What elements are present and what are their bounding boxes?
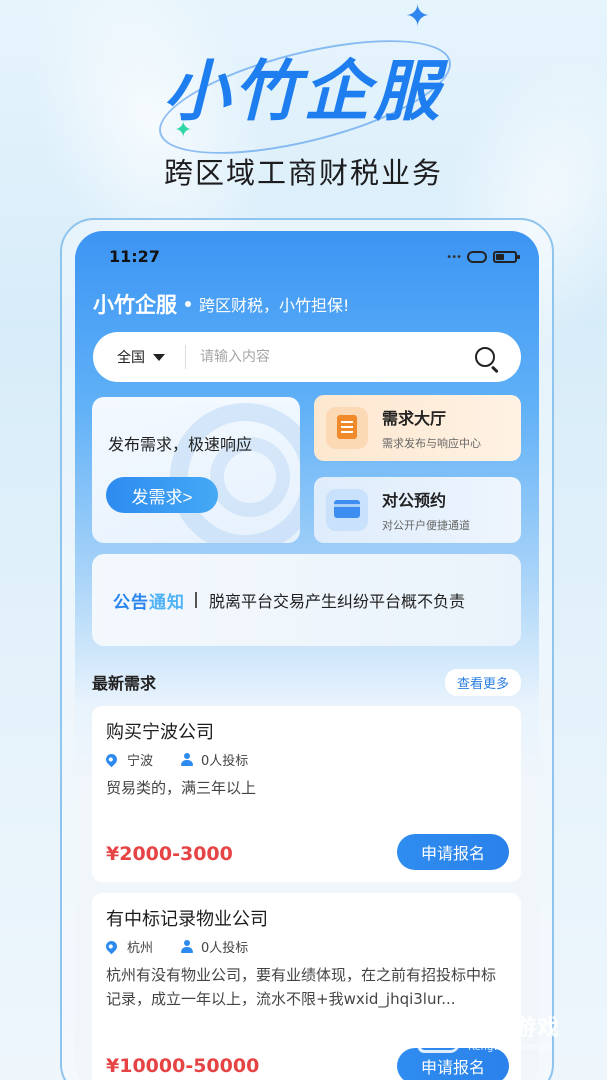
- post-demand-button[interactable]: 发需求>: [106, 477, 218, 513]
- region-label: 全国: [117, 350, 145, 366]
- section-header: 最新需求 查看更多: [92, 668, 521, 696]
- person-icon: [181, 940, 194, 953]
- status-bar: 11:27 •••: [75, 247, 539, 271]
- brand-header: 小竹企服 跨区财税，小竹担保!: [93, 289, 349, 319]
- demand-meta: 杭州 0人投标: [103, 937, 249, 956]
- ticket-edge-decoration: [92, 397, 300, 403]
- brand-slogan: 跨区财税，小竹担保!: [199, 296, 350, 315]
- demand-bids: 0人投标: [201, 754, 249, 769]
- demand-price: ¥10000-50000: [106, 1055, 260, 1077]
- promo-title: 小竹企服: [163, 53, 444, 130]
- bank-card-icon: [326, 489, 368, 531]
- demand-city: 杭州: [127, 941, 154, 956]
- watermark-text: 仍玩游戏: [468, 1016, 561, 1041]
- demand-bids: 0人投标: [201, 941, 249, 956]
- notice-bar[interactable]: 公告通知 脱离平台交易产生纠纷平台概不负责: [92, 554, 521, 646]
- demand-price: ¥2000-3000: [106, 843, 233, 865]
- section-title: 最新需求: [92, 674, 157, 693]
- feature-demand-hall[interactable]: 需求大厅 需求发布与响应中心: [314, 395, 521, 461]
- view-more-link[interactable]: 查看更多: [444, 668, 521, 696]
- brand-name: 小竹企服: [93, 293, 177, 317]
- region-selector[interactable]: 全国: [93, 347, 165, 367]
- search-icon[interactable]: [475, 347, 495, 367]
- dot-separator: [185, 301, 191, 307]
- notice-label-part2: 通知: [149, 592, 185, 613]
- location-pin-icon: [103, 751, 120, 768]
- feature-desc: 需求发布与响应中心: [382, 437, 481, 450]
- divider: [195, 592, 197, 608]
- status-time: 11:27: [109, 247, 160, 266]
- battery-icon: [493, 251, 520, 263]
- feature-title: 对公预约: [382, 491, 447, 510]
- demand-title: 购买宁波公司: [106, 722, 214, 743]
- demand-desc: 贸易类的，满三年以上: [106, 779, 257, 797]
- watermark-subtext: Rengwan Games: [468, 1042, 553, 1053]
- search-bar: 全国: [93, 332, 521, 382]
- demand-card[interactable]: 购买宁波公司 宁波 0人投标 贸易类的，满三年以上 ¥2000-3000 申请报…: [92, 706, 521, 882]
- feature-corporate-booking[interactable]: 对公预约 对公开户便捷通道: [314, 477, 521, 543]
- feature-title: 需求大厅: [382, 409, 447, 428]
- promo-subtitle: 跨区域工商财税业务: [163, 156, 443, 190]
- person-icon: [181, 753, 194, 766]
- notice-label-part1: 公告: [113, 592, 149, 613]
- search-input[interactable]: [200, 349, 475, 365]
- watermark-logo-icon: [416, 1010, 466, 1053]
- demand-city: 宁波: [127, 754, 154, 769]
- post-demand-card[interactable]: 发布需求，极速响应 发需求>: [92, 397, 300, 543]
- post-demand-text: 发布需求，极速响应: [108, 435, 253, 454]
- demand-meta: 宁波 0人投标: [103, 750, 249, 769]
- notice-label: 公告通知: [113, 588, 185, 613]
- apply-button[interactable]: 申请报名: [397, 834, 509, 870]
- divider: [185, 345, 186, 369]
- demand-desc: 杭州有没有物业公司，要有业绩体现，在之前有招投标中标记录，成立一年以上，流水不限…: [106, 966, 497, 1008]
- caret-down-icon: [153, 353, 165, 361]
- phone-screen: 11:27 ••• 小竹企服 跨区财税，小竹担保! 全国 发布需求，极速响应 发…: [75, 231, 539, 1080]
- status-icons: •••: [446, 251, 520, 263]
- feature-desc: 对公开户便捷通道: [382, 519, 470, 532]
- link-icon: [467, 251, 487, 263]
- clipboard-icon: [326, 407, 368, 449]
- notice-text: 脱离平台交易产生纠纷平台概不负责: [209, 592, 466, 611]
- location-pin-icon: [103, 938, 120, 955]
- watermark: 仍玩游戏 Rengwan Games: [416, 1010, 561, 1053]
- demand-title: 有中标记录物业公司: [106, 909, 268, 930]
- signal-dots-icon: •••: [446, 251, 462, 263]
- sparkle-icon: ✦: [405, 0, 431, 34]
